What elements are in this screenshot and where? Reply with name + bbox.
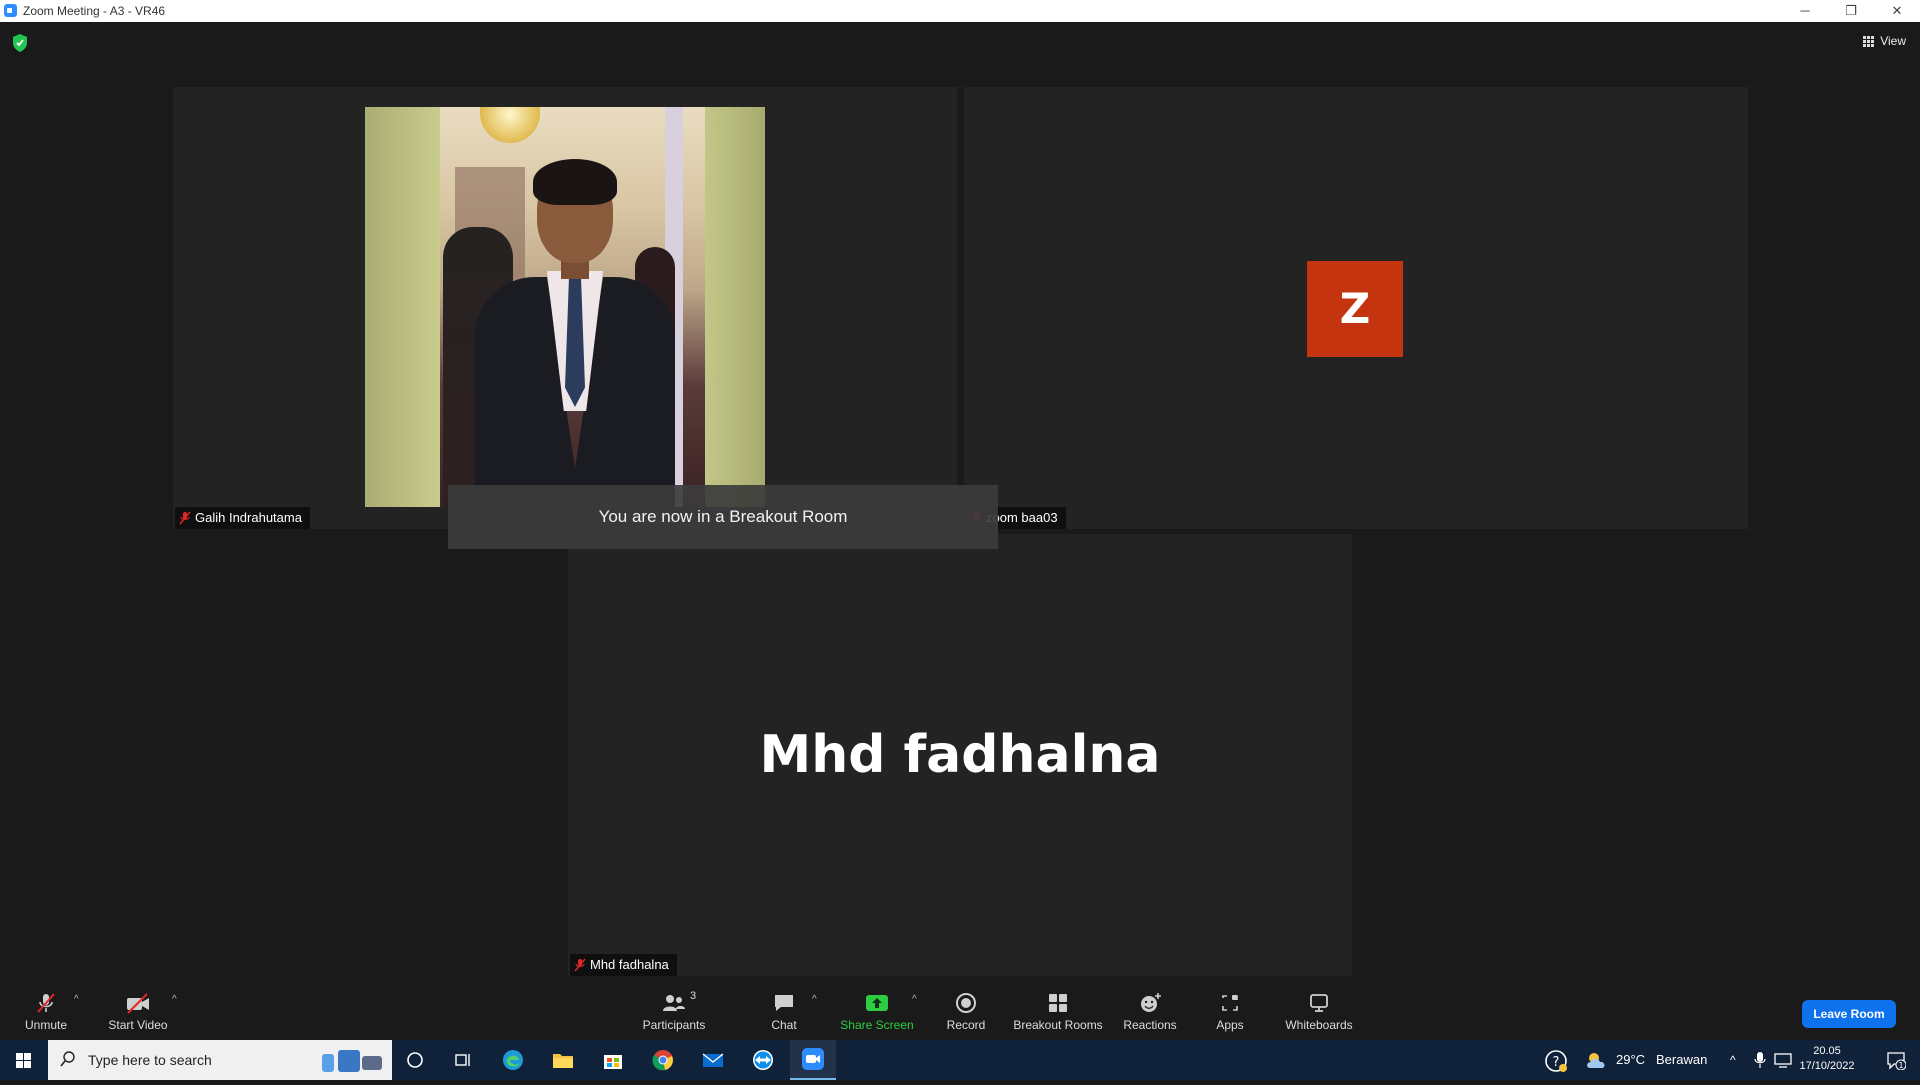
notification-count: 1 (1898, 1061, 1903, 1070)
unmute-label: Unmute (24, 1018, 68, 1032)
search-highlight-icon (322, 1050, 382, 1072)
reactions-button[interactable]: Reactions (1120, 976, 1180, 1040)
reactions-icon (1141, 993, 1161, 1012)
meeting-area: View Galih Indrahutama Z zoom baa03 Mhd … (0, 22, 1920, 976)
window-title-bar: Zoom Meeting - A3 - VR46 ─ ❐ ✕ (0, 0, 1920, 22)
share-screen-label: Share Screen (840, 1018, 914, 1032)
view-label: View (1880, 34, 1906, 48)
weather-cloudy-icon (1587, 1053, 1605, 1068)
teamviewer-icon (753, 1050, 773, 1070)
grid-view-icon (1863, 35, 1875, 47)
participant-name: Mhd fadhalna (590, 957, 669, 972)
breakout-rooms-button[interactable]: Breakout Rooms (1012, 976, 1104, 1040)
windows-taskbar: Type here to search ? 29°C Berawan ^ 20.… (0, 1040, 1920, 1080)
video-tile-galih[interactable]: Galih Indrahutama (173, 87, 957, 529)
file-explorer-button[interactable] (540, 1040, 586, 1080)
start-video-label: Start Video (108, 1018, 168, 1032)
store-button[interactable] (590, 1040, 636, 1080)
apps-icon (1222, 995, 1238, 1011)
participants-button[interactable]: Participants (636, 976, 712, 1040)
avatar: Z (1307, 261, 1403, 357)
taskbar-search-box[interactable]: Type here to search (48, 1040, 392, 1080)
clock-time: 20.05 (1813, 1045, 1841, 1057)
whiteboards-button[interactable]: Whiteboards (1278, 976, 1360, 1040)
clock-date: 17/10/2022 (1799, 1060, 1855, 1072)
breakout-rooms-icon (1049, 994, 1067, 1012)
record-icon (956, 993, 976, 1013)
view-button[interactable]: View (1863, 34, 1906, 48)
edge-icon (503, 1050, 523, 1070)
unmute-button[interactable]: Unmute (14, 976, 78, 1040)
participants-count-badge: 3 (690, 990, 697, 1002)
mail-button[interactable] (690, 1040, 736, 1080)
cortana-icon (407, 1052, 423, 1068)
apps-label: Apps (1216, 1018, 1244, 1032)
whiteboard-icon (1310, 994, 1328, 1012)
start-video-button[interactable]: Start Video (100, 976, 176, 1040)
participant-display-name: Mhd fadhalna (759, 725, 1161, 785)
mic-muted-icon (179, 511, 191, 525)
video-options-caret-icon[interactable]: ^ (172, 994, 177, 1005)
share-options-caret-icon[interactable]: ^ (912, 994, 917, 1005)
participant-name-label: Mhd fadhalna (570, 954, 677, 976)
breakout-rooms-label: Breakout Rooms (1013, 1018, 1103, 1032)
close-button[interactable]: ✕ (1874, 0, 1920, 22)
whiteboards-label: Whiteboards (1285, 1018, 1353, 1032)
mic-muted-icon (37, 993, 55, 1013)
taskbar-clock[interactable]: 20.05 17/10/2022 (1792, 1044, 1862, 1074)
microphone-icon[interactable] (1754, 1052, 1766, 1068)
participant-photo (365, 107, 765, 507)
store-icon (604, 1055, 622, 1069)
participant-name-label: Galih Indrahutama (175, 507, 310, 529)
breakout-room-toast: You are now in a Breakout Room (448, 485, 998, 549)
svg-text:?: ? (1553, 1055, 1560, 1070)
video-off-icon (127, 993, 149, 1014)
chat-label: Chat (771, 1018, 797, 1032)
task-view-button[interactable] (440, 1040, 486, 1080)
record-label: Record (946, 1018, 986, 1032)
audio-options-caret-icon[interactable]: ^ (74, 994, 79, 1005)
file-explorer-icon (553, 1054, 573, 1068)
windows-logo-icon (16, 1053, 31, 1068)
edge-button[interactable] (490, 1040, 536, 1080)
apps-button[interactable]: Apps (1204, 976, 1256, 1040)
mic-muted-icon (574, 958, 586, 972)
video-tile-mhd-fadhalna[interactable]: Mhd fadhalna Mhd fadhalna (568, 534, 1352, 976)
chrome-button[interactable] (640, 1040, 686, 1080)
help-icon[interactable]: ? (1544, 1049, 1568, 1073)
weather-description[interactable]: Berawan (1656, 1040, 1707, 1080)
window-title: Zoom Meeting - A3 - VR46 (23, 4, 166, 18)
mail-icon (702, 1053, 724, 1067)
restore-button[interactable]: ❐ (1828, 0, 1874, 22)
network-icon[interactable] (1774, 1052, 1792, 1068)
leave-room-button[interactable]: Leave Room (1802, 1000, 1896, 1028)
search-placeholder: Type here to search (88, 1052, 212, 1068)
notification-center-icon[interactable]: 1 (1886, 1050, 1906, 1070)
chat-options-caret-icon[interactable]: ^ (812, 994, 817, 1005)
participant-name: Galih Indrahutama (195, 510, 302, 525)
task-view-icon (455, 1054, 470, 1066)
chat-icon (775, 995, 793, 1011)
minimize-button[interactable]: ─ (1782, 0, 1828, 22)
zoom-taskbar-button[interactable] (790, 1040, 836, 1080)
encryption-shield-icon[interactable] (12, 34, 28, 52)
share-screen-icon (866, 995, 888, 1011)
chat-button[interactable]: Chat (760, 976, 808, 1040)
participants-icon (663, 995, 685, 1011)
cortana-button[interactable] (392, 1040, 438, 1080)
reactions-label: Reactions (1123, 1018, 1177, 1032)
share-screen-button[interactable]: Share Screen (834, 976, 920, 1040)
zoom-app-icon (4, 4, 17, 17)
participants-label: Participants (642, 1018, 706, 1032)
zoom-icon (802, 1048, 824, 1070)
start-button[interactable] (0, 1040, 48, 1080)
video-tile-zoom-baa03[interactable]: Z zoom baa03 (964, 87, 1748, 529)
meeting-toolbar: Unmute ^ Start Video ^ Participants 3 Ch… (0, 976, 1920, 1040)
record-button[interactable]: Record (940, 976, 992, 1040)
show-hidden-icons-chevron-icon[interactable]: ^ (1730, 1040, 1736, 1080)
weather-temperature[interactable]: 29°C (1616, 1040, 1645, 1080)
chrome-icon (652, 1050, 673, 1071)
teamviewer-button[interactable] (740, 1040, 786, 1080)
search-icon (60, 1051, 75, 1067)
